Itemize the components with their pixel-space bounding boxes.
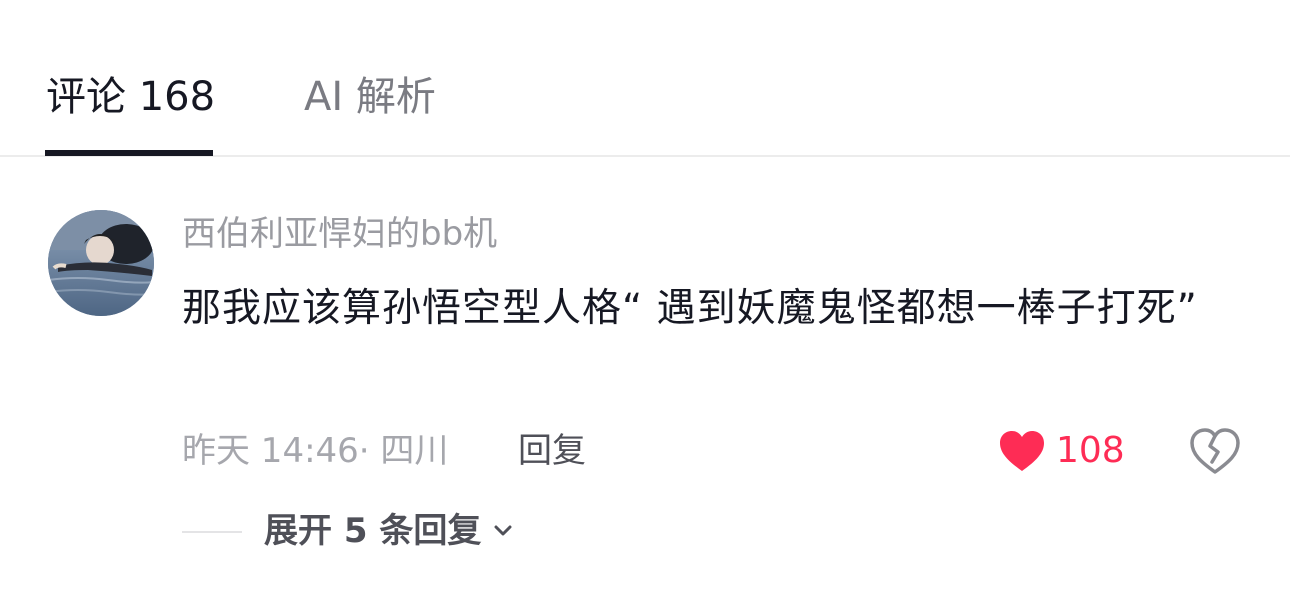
like-button[interactable]: 108: [998, 426, 1125, 476]
broken-heart-icon[interactable]: [1188, 424, 1242, 478]
avatar[interactable]: [48, 210, 154, 316]
chevron-down-icon: [494, 525, 512, 536]
like-count: 108: [1056, 430, 1125, 471]
expand-replies-button[interactable]: 展开 5 条回复: [264, 508, 515, 554]
reply-button[interactable]: 回复: [518, 428, 586, 474]
expand-divider: [182, 531, 242, 533]
comment-username[interactable]: 西伯利亚悍妇的bb机: [182, 212, 497, 256]
tab-comments[interactable]: 评论 168: [46, 72, 215, 122]
comment-text: 那我应该算孙悟空型人格“ 遇到妖魔鬼怪都想一棒子打死”: [182, 286, 1198, 331]
active-tab-indicator: [45, 150, 213, 156]
comment-tabs: 评论 168 AI 解析: [0, 0, 1290, 157]
expand-replies-label: 展开 5 条回复: [264, 511, 482, 551]
heart-icon: [1000, 431, 1044, 471]
tab-ai-analysis[interactable]: AI 解析: [304, 72, 436, 122]
comment-meta: 昨天 14:46· 四川: [182, 431, 449, 471]
